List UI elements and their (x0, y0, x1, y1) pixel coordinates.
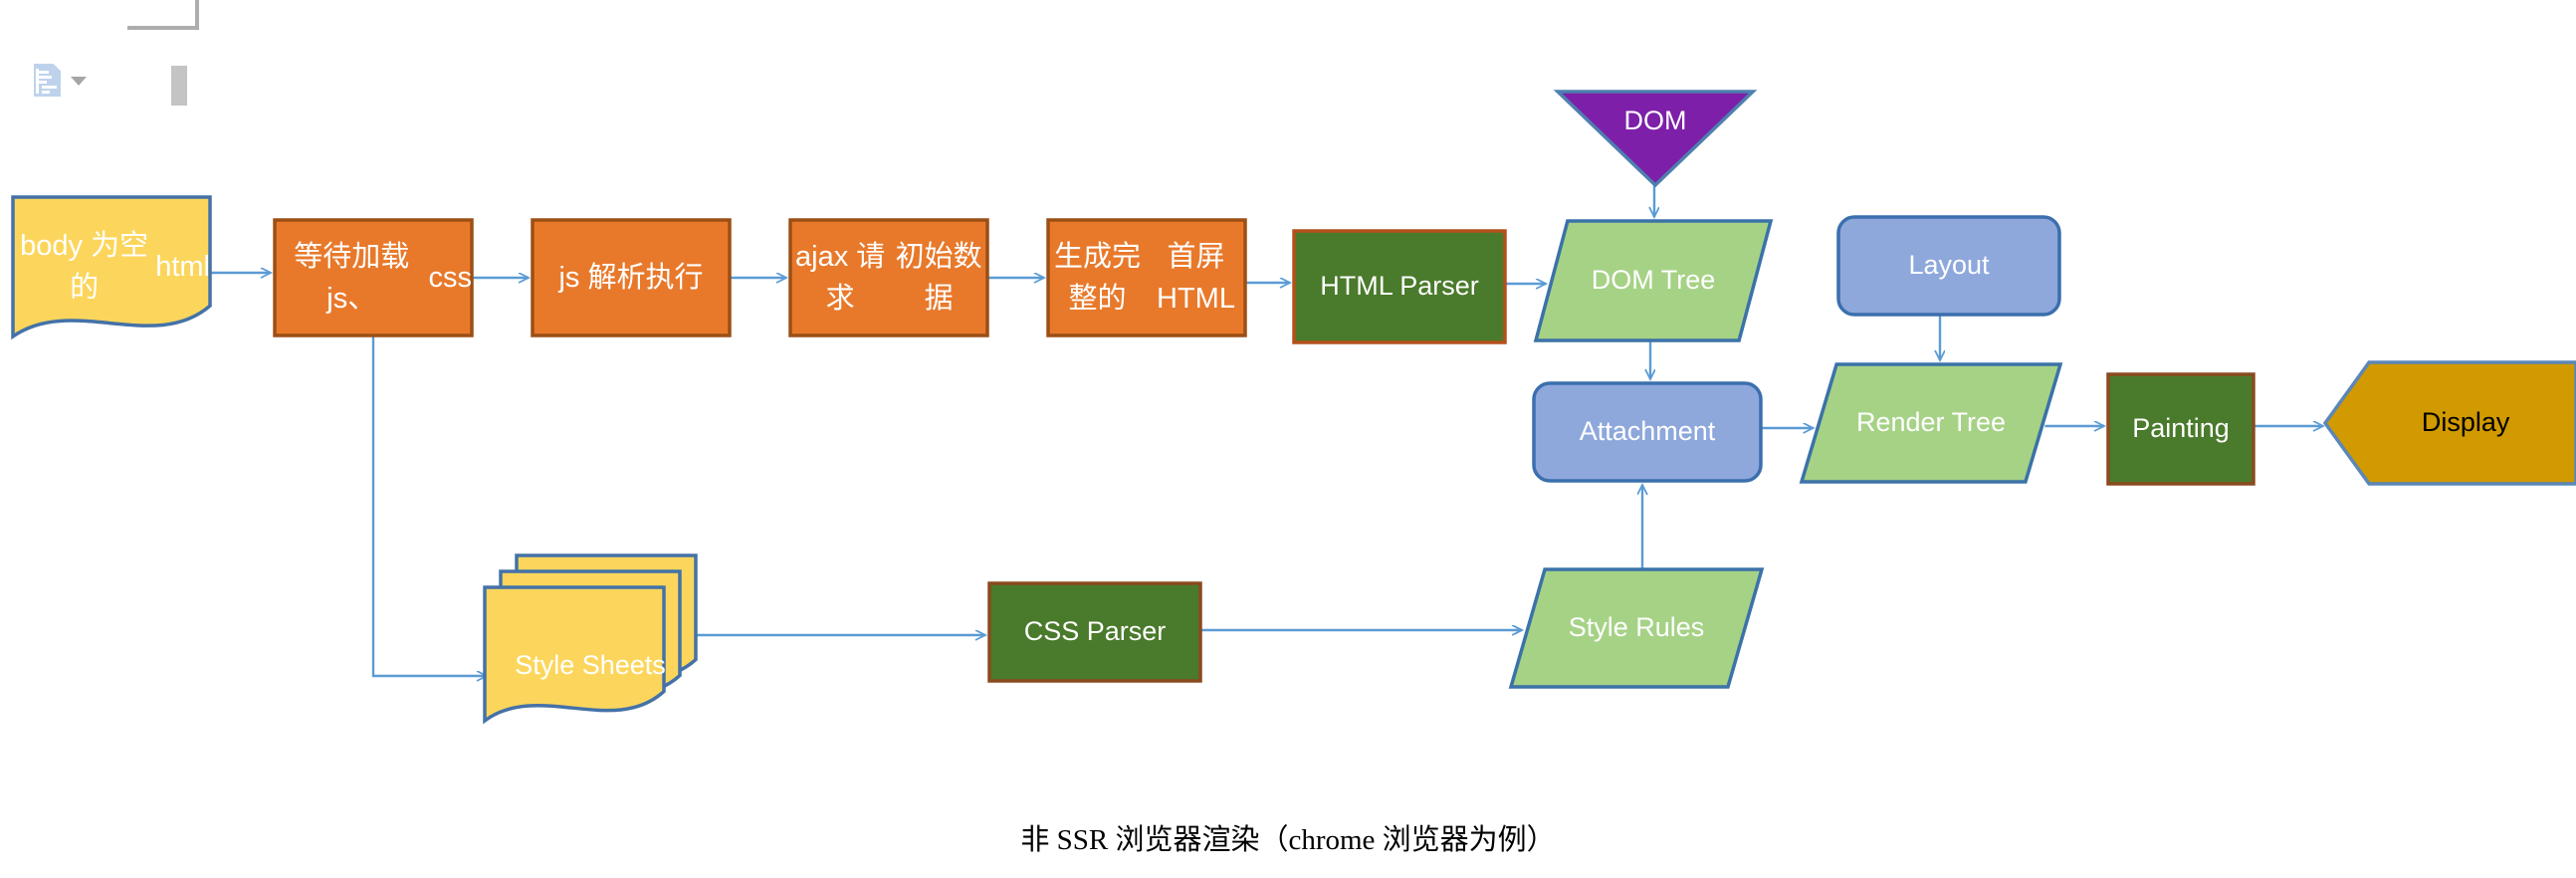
flowchart-canvas (11, 90, 2576, 725)
node-body-html[interactable] (11, 195, 212, 340)
node-painting[interactable] (2106, 372, 2255, 486)
node-style-rules[interactable] (1508, 567, 1765, 689)
node-render-tree[interactable] (1799, 362, 2063, 484)
node-html-parser[interactable] (1292, 229, 1507, 344)
node-attachment[interactable] (1532, 381, 1763, 483)
node-style-sheets[interactable] (483, 553, 698, 725)
node-display[interactable] (2322, 360, 2576, 486)
diagram-caption: 非 SSR 浏览器渲染（chrome 浏览器为例） (1020, 824, 1556, 856)
node-layout[interactable] (1836, 215, 2061, 317)
edge-e-wait-stylesheets (371, 335, 487, 676)
node-css-parser[interactable] (987, 581, 1202, 683)
node-ajax-request[interactable] (788, 218, 989, 337)
node-dom-tree[interactable] (1533, 219, 1774, 342)
stacked-sheet (483, 585, 666, 725)
node-layer (11, 90, 2576, 725)
node-wait-js-css[interactable] (273, 218, 474, 337)
node-gen-html[interactable] (1046, 218, 1247, 337)
node-dom[interactable] (1553, 90, 1758, 188)
node-js-parse-exec[interactable] (531, 218, 732, 337)
